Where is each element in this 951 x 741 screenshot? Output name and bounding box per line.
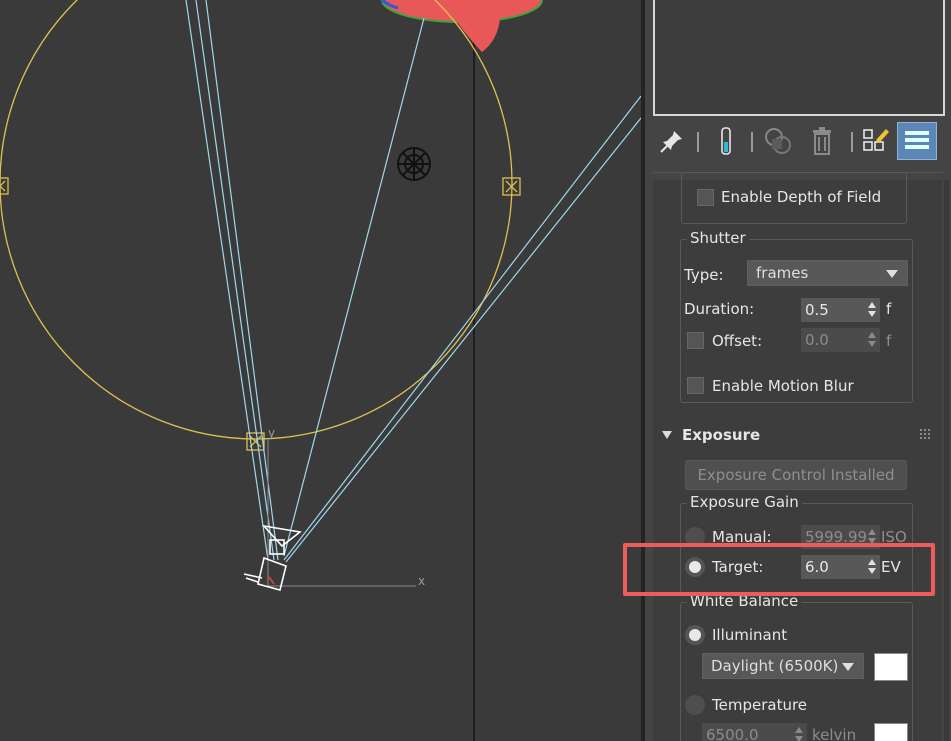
white-balance-group: White Balance Illuminant Daylight (6500K… <box>680 592 913 741</box>
duration-label: Duration: <box>684 300 755 318</box>
scene-object <box>381 0 543 52</box>
spinner-arrows-icon[interactable] <box>868 302 876 318</box>
illuminant-label: Illuminant <box>712 626 788 644</box>
temperature-value: 6500.0 <box>706 726 759 741</box>
exposure-gain-title: Exposure Gain <box>687 493 802 511</box>
toolbar-separator <box>851 132 853 152</box>
camera-rays <box>185 0 641 563</box>
panel-scrollbar[interactable] <box>944 180 949 741</box>
chevron-down-icon <box>886 270 898 278</box>
illuminant-radio[interactable] <box>685 625 705 645</box>
rollout-grip-icon[interactable] <box>920 429 930 439</box>
focus-circle <box>0 0 513 440</box>
remove-modifier-icon[interactable] <box>805 122 839 160</box>
enable-dof-checkbox[interactable] <box>697 189 714 206</box>
chevron-down-icon <box>842 663 854 671</box>
offset-checkbox[interactable] <box>687 332 704 349</box>
show-end-result-icon[interactable] <box>897 122 937 160</box>
illuminant-dropdown[interactable]: Daylight (6500K) <box>702 653 864 679</box>
toolbar-separator <box>697 132 699 152</box>
exposure-rollout-header[interactable]: Exposure <box>653 422 942 450</box>
axis-x-label: x <box>418 574 425 588</box>
offset-value: 0.0 <box>805 331 829 349</box>
enable-dof-label: Enable Depth of Field <box>721 188 882 206</box>
shutter-type-dropdown[interactable]: frames <box>747 260 908 286</box>
command-panel: Enable Depth of Field Shutter Type: fram… <box>645 0 951 741</box>
illuminant-value: Daylight (6500K) <box>711 657 839 675</box>
axis-y-label: y <box>268 426 275 440</box>
temperature-unit: kelvin <box>812 726 857 741</box>
temperature-spinner[interactable]: 6500.0 <box>702 723 807 741</box>
focus-handles <box>0 177 521 451</box>
enable-motion-blur-checkbox[interactable] <box>687 377 704 394</box>
exposure-control-installed-button[interactable]: Exposure Control Installed <box>685 460 907 490</box>
shutter-title: Shutter <box>687 229 749 247</box>
light-target-icon <box>397 147 431 181</box>
duration-unit: f <box>886 300 892 318</box>
shutter-type-label: Type: <box>684 266 724 284</box>
enable-motion-blur-label: Enable Motion Blur <box>712 377 854 395</box>
temperature-radio[interactable] <box>685 695 705 715</box>
offset-unit: f <box>886 332 892 350</box>
modifier-stack-list[interactable] <box>653 0 945 116</box>
spinner-arrows-icon[interactable] <box>795 727 803 741</box>
parameters-rollout-area: Enable Depth of Field Shutter Type: fram… <box>653 172 942 741</box>
target-ev-highlight <box>623 543 935 596</box>
toolbar-separator <box>751 132 753 152</box>
shutter-group: Shutter Type: frames Duration: 0.5 f Off… <box>680 229 913 403</box>
viewport[interactable]: y x <box>0 0 641 741</box>
exposure-rollout-title: Exposure <box>682 426 761 444</box>
configure-modifier-sets-icon[interactable] <box>859 122 893 160</box>
offset-label: Offset: <box>712 332 763 350</box>
local-axes <box>267 440 416 587</box>
make-unique-icon[interactable] <box>761 122 795 160</box>
camera-pivot <box>268 576 275 585</box>
duration-value: 0.5 <box>805 301 829 319</box>
modifier-toolbar <box>651 122 945 164</box>
temperature-label: Temperature <box>712 696 808 714</box>
modifier-stack-bar-icon[interactable] <box>709 122 743 160</box>
shutter-type-value: frames <box>756 264 809 282</box>
duration-spinner[interactable]: 0.5 <box>801 298 880 322</box>
collapse-triangle-icon <box>662 431 672 439</box>
offset-spinner[interactable]: 0.0 <box>801 328 880 352</box>
depth-of-field-group: Enable Depth of Field <box>681 172 907 224</box>
spinner-arrows-icon[interactable] <box>868 332 876 348</box>
illuminant-color-swatch[interactable] <box>874 653 908 681</box>
viewport-scene[interactable]: y x <box>0 0 641 741</box>
pin-stack-icon[interactable] <box>655 122 689 160</box>
temperature-color-swatch[interactable] <box>874 723 908 741</box>
